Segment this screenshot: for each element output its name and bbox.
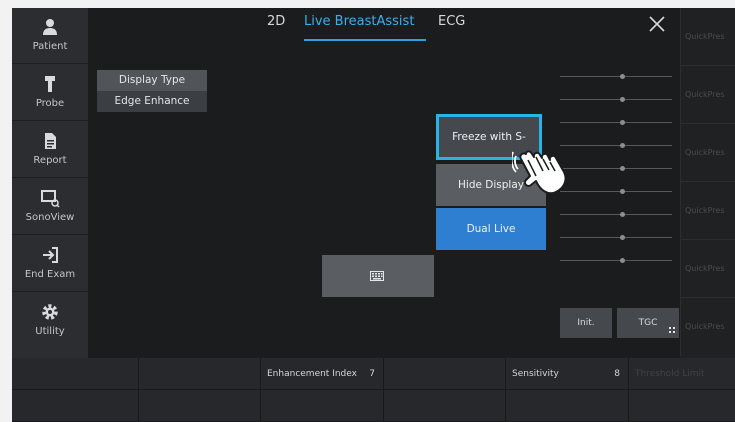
bottom-cell-empty xyxy=(139,390,261,422)
enhancement-index-value: 7 xyxy=(369,369,375,379)
sonoview-icon xyxy=(41,190,60,208)
tgc-slider[interactable] xyxy=(560,191,672,192)
sensitivity-control[interactable]: Sensitivity 8 xyxy=(506,358,629,390)
tgc-slider[interactable] xyxy=(560,122,672,123)
sidebar-item-label: Report xyxy=(33,155,67,166)
display-type-value: Edge Enhance xyxy=(97,91,207,112)
bottom-cell-empty xyxy=(139,358,261,390)
tgc-button[interactable]: TGC xyxy=(617,308,679,338)
active-tab-indicator xyxy=(304,39,426,41)
tgc-slider-knob[interactable] xyxy=(620,189,625,194)
document-icon xyxy=(45,133,56,149)
quick-preset-button[interactable]: QuickPres xyxy=(680,66,735,124)
exit-icon xyxy=(43,247,58,263)
enhancement-index-control[interactable]: Enhancement Index 7 xyxy=(261,358,384,390)
keyboard-icon xyxy=(370,271,384,281)
tab-ecg[interactable]: ECG xyxy=(438,14,465,29)
tgc-slider[interactable] xyxy=(560,237,672,238)
hand-pointer-icon xyxy=(512,150,567,195)
left-sidebar: Patient Probe Report SonoView End Exam U… xyxy=(12,8,88,358)
sidebar-item-label: Patient xyxy=(32,41,68,52)
tgc-init-button[interactable]: Init. xyxy=(560,308,612,338)
quick-preset-button[interactable]: QuickPres xyxy=(680,182,735,240)
tgc-slider[interactable] xyxy=(560,214,672,215)
enhancement-index-label: Enhancement Index xyxy=(267,369,357,379)
quick-preset-button[interactable]: QuickPres xyxy=(680,124,735,182)
probe-icon xyxy=(45,76,55,92)
tgc-slider[interactable] xyxy=(560,99,672,100)
sidebar-item-end-exam[interactable]: End Exam xyxy=(12,236,88,292)
tgc-slider-knob[interactable] xyxy=(620,235,625,240)
sidebar-item-sonoview[interactable]: SonoView xyxy=(12,179,88,235)
sidebar-item-probe[interactable]: Probe xyxy=(12,65,88,121)
bottom-parameter-bar: Enhancement Index 7 Sensitivity 8 Thresh… xyxy=(12,358,735,422)
quick-preset-button[interactable]: QuickPres xyxy=(680,298,735,356)
tgc-slider-knob[interactable] xyxy=(620,212,625,217)
ultrasound-touch-screen: Patient Probe Report SonoView End Exam U… xyxy=(12,8,735,422)
tgc-slider[interactable] xyxy=(560,145,672,146)
bottom-cell-empty xyxy=(384,390,506,422)
person-icon xyxy=(43,19,57,35)
bottom-cell-empty xyxy=(629,390,735,422)
tgc-slider-knob[interactable] xyxy=(620,258,625,263)
display-type-control[interactable]: Display Type Edge Enhance xyxy=(97,70,207,112)
tgc-slider-knob[interactable] xyxy=(620,166,625,171)
tgc-slider-knob[interactable] xyxy=(620,97,625,102)
grid-dots-icon xyxy=(669,327,675,333)
sidebar-item-report[interactable]: Report xyxy=(12,122,88,178)
threshold-limit-control: Threshold Limit xyxy=(629,358,735,390)
sensitivity-label: Sensitivity xyxy=(512,369,559,379)
tgc-slider-knob[interactable] xyxy=(620,120,625,125)
sensitivity-value: 8 xyxy=(614,369,620,379)
tgc-slider[interactable] xyxy=(560,76,672,77)
threshold-limit-label: Threshold Limit xyxy=(635,369,705,379)
keyboard-button[interactable] xyxy=(322,255,434,297)
tgc-slider[interactable] xyxy=(560,260,672,261)
quick-preset-button[interactable]: QuickPres xyxy=(680,8,735,66)
bottom-cell-empty xyxy=(12,358,139,390)
sidebar-item-label: Probe xyxy=(35,98,65,109)
tgc-slider-knob[interactable] xyxy=(620,143,625,148)
bottom-cell-empty xyxy=(506,390,629,422)
tab-live-breastassist[interactable]: Live BreastAssist xyxy=(304,14,414,29)
tgc-button-label: TGC xyxy=(638,318,658,328)
tab-2d[interactable]: 2D xyxy=(267,14,285,29)
close-icon[interactable] xyxy=(645,12,669,36)
sidebar-item-label: SonoView xyxy=(25,212,75,223)
bottom-cell-empty xyxy=(384,358,506,390)
quick-preset-button[interactable]: QuickPres xyxy=(680,240,735,298)
quick-preset-column: QuickPres QuickPres QuickPres QuickPres … xyxy=(680,8,735,358)
sidebar-item-label: Utility xyxy=(35,326,65,337)
bottom-cell-empty xyxy=(261,390,384,422)
tgc-slider-knob[interactable] xyxy=(620,74,625,79)
display-type-title: Display Type xyxy=(97,70,207,91)
tgc-slider[interactable] xyxy=(560,168,672,169)
sidebar-item-label: End Exam xyxy=(24,269,76,280)
dual-live-button[interactable]: Dual Live xyxy=(436,208,546,250)
sidebar-item-utility[interactable]: Utility xyxy=(12,293,88,349)
sidebar-item-patient[interactable]: Patient xyxy=(12,8,88,64)
gear-icon xyxy=(42,304,58,320)
bottom-cell-empty xyxy=(12,390,139,422)
